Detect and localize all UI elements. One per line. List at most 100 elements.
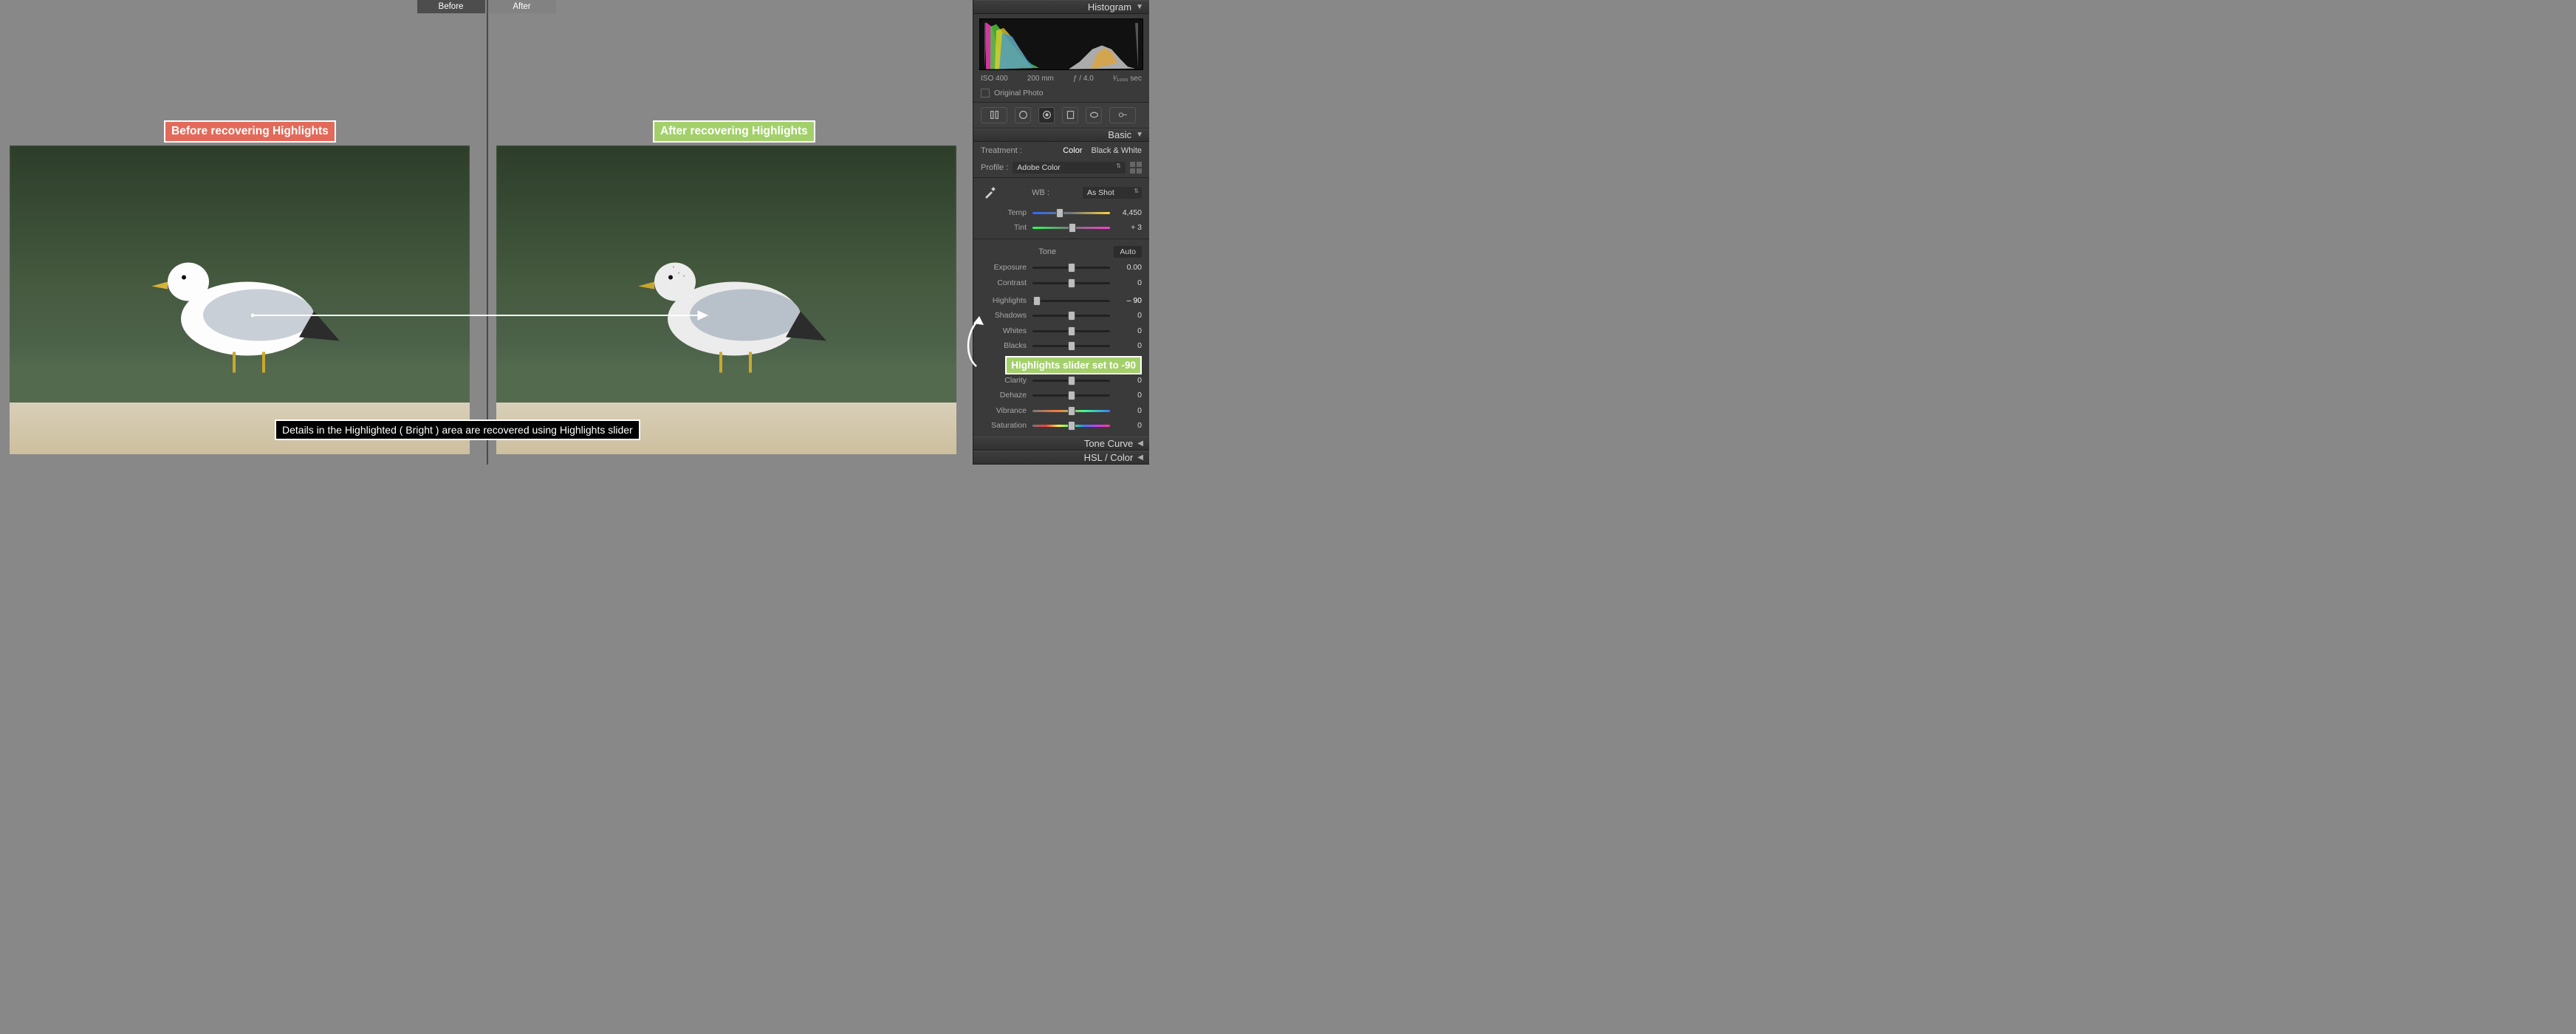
saturation-row: Saturation 0 — [973, 418, 1149, 436]
shadows-row: Shadows 0 — [973, 308, 1149, 323]
split-divider[interactable] — [487, 0, 488, 465]
treatment-label: Treatment : — [981, 146, 1022, 155]
tint-value[interactable]: + 3 — [1116, 223, 1142, 232]
temp-label: Temp — [981, 208, 1027, 217]
photo-after[interactable] — [496, 145, 956, 454]
tone-head: Tone Auto — [973, 239, 1149, 260]
highlights-row: Highlights – 90 — [973, 290, 1149, 308]
basic-title: Basic — [1108, 129, 1131, 140]
dehaze-row: Dehaze 0 — [973, 388, 1149, 403]
vibrance-row: Vibrance 0 — [973, 403, 1149, 418]
saturation-slider[interactable] — [1032, 422, 1110, 428]
checkbox-icon[interactable] — [981, 89, 990, 97]
blacks-value[interactable]: 0 — [1116, 341, 1142, 350]
spot-tool-icon[interactable] — [1015, 107, 1031, 123]
brush-tool-icon[interactable] — [1109, 107, 1136, 123]
photo-before[interactable] — [10, 145, 470, 454]
highlights-slider[interactable] — [1032, 298, 1110, 304]
wb-row: WB : As Shot ⇅ — [973, 178, 1149, 205]
temp-slider[interactable] — [1032, 210, 1110, 216]
treatment-row: Treatment : Color Black & White — [973, 142, 1149, 158]
updown-icon: ⇅ — [1134, 188, 1139, 194]
updown-icon: ⇅ — [1116, 162, 1121, 169]
profile-browser-icon[interactable] — [1130, 162, 1142, 174]
contrast-slider[interactable] — [1032, 280, 1110, 286]
exposure-value[interactable]: 0.00 — [1116, 263, 1142, 272]
gradient-tool-icon[interactable] — [1062, 107, 1078, 123]
redeye-tool-icon[interactable] — [1038, 107, 1055, 123]
arrow-to-slider — [963, 316, 988, 368]
blacks-row: Blacks 0 — [973, 338, 1149, 353]
bird-before — [129, 230, 351, 385]
callout-slider: Highlights slider set to -90 — [1005, 356, 1142, 374]
histogram-meta: ISO 400 200 mm ƒ / 4.0 ¹⁄₁₀₀₀ sec — [973, 73, 1149, 86]
whites-row: Whites 0 — [973, 323, 1149, 338]
local-tools — [973, 103, 1149, 129]
dehaze-value[interactable]: 0 — [1116, 391, 1142, 400]
exposure-slider[interactable] — [1032, 264, 1110, 270]
meta-shutter: ¹⁄₁₀₀₀ sec — [1113, 75, 1142, 83]
contrast-row: Contrast 0 — [973, 275, 1149, 290]
original-photo-label: Original Photo — [994, 89, 1044, 97]
arrow-compare — [251, 309, 709, 322]
profile-row: Profile : Adobe Color ⇅ — [973, 158, 1149, 178]
profile-label: Profile : — [981, 163, 1008, 172]
tab-after[interactable]: After — [488, 0, 556, 13]
dehaze-slider[interactable] — [1032, 392, 1110, 398]
saturation-label: Saturation — [981, 421, 1027, 430]
tone-title: Tone — [981, 247, 1114, 256]
bird-after — [616, 230, 837, 385]
histogram-chart[interactable] — [979, 18, 1143, 70]
profile-dropdown[interactable]: Adobe Color ⇅ — [1013, 162, 1126, 174]
saturation-value[interactable]: 0 — [1116, 421, 1142, 430]
compare-stage: Before After — [0, 0, 973, 465]
meta-aperture: ƒ / 4.0 — [1073, 75, 1094, 83]
hsl-title: HSL / Color — [1084, 452, 1134, 463]
meta-iso: ISO 400 — [981, 75, 1008, 83]
tonecurve-title: Tone Curve — [1084, 438, 1133, 449]
wb-dropdown[interactable]: As Shot ⇅ — [1083, 187, 1142, 199]
vibrance-value[interactable]: 0 — [1116, 406, 1142, 415]
crop-tool-icon[interactable] — [981, 107, 1007, 123]
clarity-row: Clarity 0 — [973, 373, 1149, 388]
clarity-slider[interactable] — [1032, 377, 1110, 383]
wb-value: As Shot — [1087, 188, 1114, 197]
hsl-header[interactable]: HSL / Color ◀ — [973, 451, 1149, 465]
callout-detail: Details in the Highlighted ( Bright ) ar… — [275, 420, 640, 440]
develop-panel: Histogram ▼ ISO 400 200 mm ƒ / 4.0 ¹⁄₁₀₀… — [973, 0, 1149, 465]
chevron-down-icon: ▼ — [1136, 131, 1143, 139]
meta-focal: 200 mm — [1027, 75, 1054, 83]
profile-value: Adobe Color — [1017, 163, 1060, 172]
chevron-left-icon: ◀ — [1137, 453, 1143, 462]
tint-label: Tint — [981, 223, 1027, 232]
highlights-label: Highlights — [981, 296, 1027, 305]
whites-value[interactable]: 0 — [1116, 326, 1142, 335]
temp-row: Temp 4,450 — [973, 205, 1149, 219]
treatment-color[interactable]: Color — [1063, 146, 1082, 155]
whites-slider[interactable] — [1032, 328, 1110, 334]
contrast-label: Contrast — [981, 278, 1027, 287]
histogram-header[interactable]: Histogram ▼ — [973, 0, 1149, 14]
chevron-down-icon: ▼ — [1136, 3, 1143, 11]
blacks-slider[interactable] — [1032, 343, 1110, 349]
temp-value[interactable]: 4,450 — [1116, 208, 1142, 217]
eyedropper-icon[interactable] — [981, 184, 998, 202]
vibrance-label: Vibrance — [981, 406, 1027, 415]
tonecurve-header[interactable]: Tone Curve ◀ — [973, 436, 1149, 451]
contrast-value[interactable]: 0 — [1116, 278, 1142, 287]
wb-label: WB : — [1003, 188, 1078, 197]
treatment-bw[interactable]: Black & White — [1092, 146, 1142, 155]
highlights-value[interactable]: – 90 — [1116, 296, 1142, 305]
vibrance-slider[interactable] — [1032, 408, 1110, 414]
exposure-row: Exposure 0.00 — [973, 260, 1149, 275]
auto-button[interactable]: Auto — [1114, 246, 1142, 258]
tint-slider[interactable] — [1032, 225, 1110, 230]
tab-before[interactable]: Before — [417, 0, 485, 13]
shadows-value[interactable]: 0 — [1116, 311, 1142, 320]
original-photo-row[interactable]: Original Photo — [973, 86, 1149, 103]
clarity-value[interactable]: 0 — [1116, 376, 1142, 385]
basic-header[interactable]: Basic ▼ — [973, 129, 1149, 143]
shadows-slider[interactable] — [1032, 312, 1110, 318]
radial-tool-icon[interactable] — [1086, 107, 1102, 123]
dehaze-label: Dehaze — [981, 391, 1027, 400]
